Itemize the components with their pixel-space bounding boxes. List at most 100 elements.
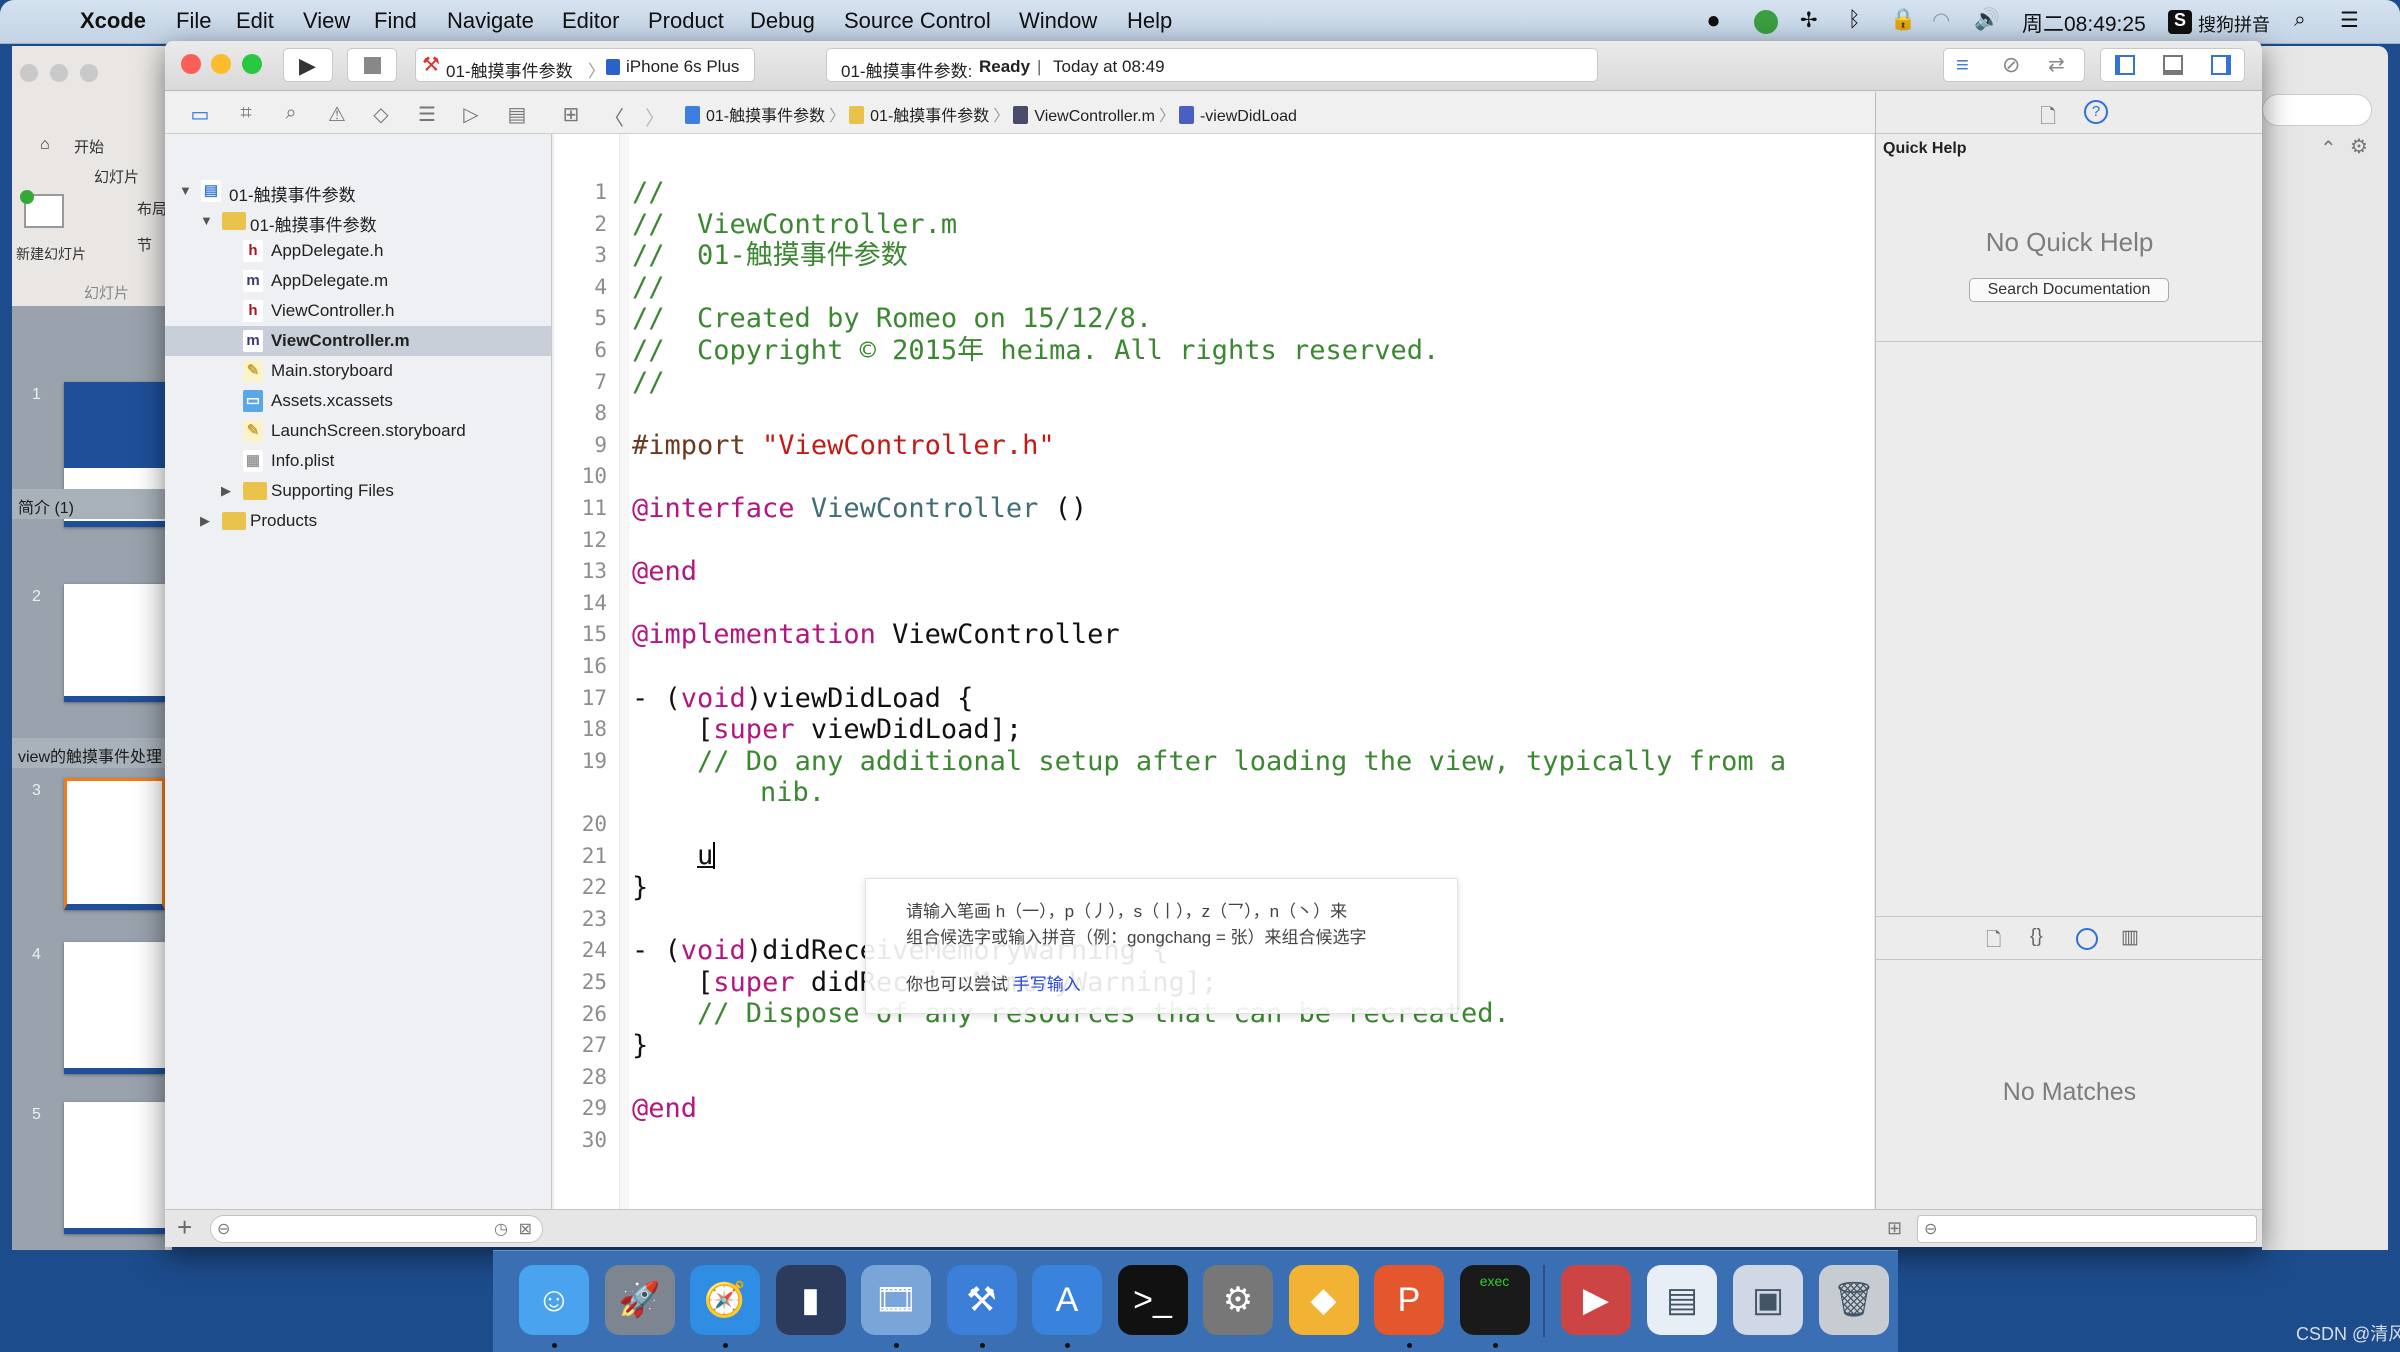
- navigator-item[interactable]: ▼ ▤ 01-触摸事件参数: [165, 176, 551, 206]
- keynote-search-field[interactable]: [2262, 94, 2372, 126]
- display-window-icon[interactable]: ▣: [1733, 1265, 1803, 1335]
- scm-filter-icon[interactable]: ⊠: [519, 1219, 532, 1239]
- disclosure-triangle-icon[interactable]: ▶: [221, 483, 231, 499]
- debug-area-toggle-icon[interactable]: [2163, 55, 2183, 75]
- notification-center-icon[interactable]: ☰: [2340, 8, 2359, 33]
- navigator-item[interactable]: m ViewController.m: [165, 326, 551, 356]
- document-window-icon[interactable]: ▤: [1647, 1265, 1717, 1335]
- input-method[interactable]: 搜狗拼音: [2198, 11, 2270, 37]
- screen-record-icon[interactable]: ⏺: [1708, 8, 1719, 34]
- standard-editor-icon[interactable]: ≡: [1956, 52, 1969, 78]
- xcode-icon[interactable]: ⚒: [946, 1265, 1017, 1335]
- navigator-item[interactable]: ▼ 01-触摸事件参数: [165, 206, 551, 236]
- code-line[interactable]: //: [632, 367, 1807, 399]
- code-line[interactable]: [632, 1125, 1807, 1157]
- code-line[interactable]: @end: [632, 1093, 1807, 1125]
- menu-navigate[interactable]: Navigate: [447, 8, 534, 34]
- zoom-light[interactable]: [80, 64, 98, 82]
- object-library-icon[interactable]: [2076, 928, 2098, 950]
- console-icon[interactable]: exec: [1459, 1265, 1530, 1335]
- gear-icon[interactable]: ⚙: [2350, 134, 2368, 159]
- chevron-up-icon[interactable]: ⌃: [2320, 136, 2337, 161]
- navigator-item[interactable]: ▭ Assets.xcassets: [165, 386, 551, 416]
- report-navigator-icon[interactable]: ▤: [504, 102, 530, 127]
- new-slide-label[interactable]: 新建幻灯片: [16, 244, 86, 264]
- layout-label[interactable]: 布局: [137, 198, 167, 219]
- code-line[interactable]: - (void)viewDidLoad {: [632, 683, 1807, 715]
- disclosure-triangle-icon[interactable]: ▼: [179, 183, 192, 198]
- library-filter-field[interactable]: ⊖: [1917, 1215, 2257, 1243]
- slide-thumb-5[interactable]: [64, 1102, 165, 1234]
- library-grid-icon[interactable]: ⊞: [1887, 1218, 1902, 1239]
- utilities-toggle-icon[interactable]: [2211, 55, 2231, 75]
- menu-debug[interactable]: Debug: [750, 8, 815, 34]
- code-line[interactable]: @end: [632, 556, 1807, 588]
- mouse-app-icon[interactable]: ▮: [775, 1265, 846, 1335]
- menu-find[interactable]: Find: [374, 8, 417, 34]
- search-documentation-button[interactable]: Search Documentation: [1969, 278, 2169, 302]
- handwriting-link[interactable]: 手写输入: [1013, 975, 1081, 994]
- spotlight-icon[interactable]: ⌕: [2294, 8, 2306, 32]
- menu-edit[interactable]: Edit: [236, 8, 274, 34]
- code-line[interactable]: // Copyright © 2015年 heima. All rights r…: [632, 335, 1807, 367]
- slide-thumb-2[interactable]: [64, 584, 165, 702]
- lock-icon[interactable]: 🔒: [1890, 8, 1916, 32]
- assistant-editor-icon[interactable]: ⊘: [2002, 52, 2020, 78]
- navigator-item[interactable]: ▶ Products: [165, 506, 551, 536]
- jump-bar-item[interactable]: -viewDidLoad: [1200, 108, 1297, 125]
- volume-icon[interactable]: 🔊: [1974, 8, 2000, 32]
- symbol-navigator-icon[interactable]: ⌗: [233, 102, 259, 125]
- code-editor[interactable]: 1 2 3 4 5 6 7 8 9 10 11 12 13 14 15 16 17 18 19 20 21 22 23 24 2…: [554, 134, 1874, 1247]
- slide-thumb-3[interactable]: [64, 778, 165, 910]
- minimize-button[interactable]: [211, 54, 231, 74]
- recent-files-icon[interactable]: ◷: [494, 1219, 508, 1239]
- wifi-icon[interactable]: ◠: [1932, 8, 1950, 33]
- code-line[interactable]: [632, 398, 1807, 430]
- related-items-icon[interactable]: ⊞: [558, 102, 584, 127]
- menu-file[interactable]: File: [176, 8, 211, 34]
- code-line[interactable]: // 01-触摸事件参数: [632, 240, 1807, 272]
- minimize-light[interactable]: [50, 64, 68, 82]
- menu-product[interactable]: Product: [648, 8, 724, 34]
- clock[interactable]: 周二08:49:25: [2022, 8, 2146, 38]
- launchpad-icon[interactable]: 🚀: [604, 1265, 675, 1335]
- code-line[interactable]: // Do any additional setup after loading…: [632, 746, 1807, 809]
- trash-icon[interactable]: 🗑: [1819, 1265, 1889, 1335]
- navigator-toggle-icon[interactable]: [2115, 55, 2135, 75]
- slides-tab[interactable]: 幻灯片: [84, 282, 129, 303]
- sogou-icon[interactable]: S: [2168, 10, 2192, 34]
- photo-slideshow-icon[interactable]: 🎞: [861, 1265, 931, 1335]
- code-line[interactable]: #import "ViewController.h": [632, 430, 1807, 462]
- code-line[interactable]: [super viewDidLoad];: [632, 714, 1807, 746]
- green-app-icon[interactable]: [1754, 10, 1778, 34]
- menu-app[interactable]: Xcode: [80, 8, 146, 34]
- code-line[interactable]: [632, 651, 1807, 683]
- add-file-button[interactable]: +: [177, 1212, 192, 1243]
- back-icon[interactable]: 〈: [601, 102, 627, 131]
- find-navigator-icon[interactable]: ⌕: [278, 102, 304, 125]
- navigator-item[interactable]: h AppDelegate.h: [165, 236, 551, 266]
- menu-view[interactable]: View: [303, 8, 350, 34]
- file-template-library-icon[interactable]: 🗋: [1986, 926, 2001, 958]
- version-editor-icon[interactable]: ⇄: [2048, 52, 2065, 77]
- code-line[interactable]: // ViewController.m: [632, 209, 1807, 241]
- navigator-item[interactable]: m AppDelegate.m: [165, 266, 551, 296]
- code-line[interactable]: u: [632, 840, 1807, 872]
- issue-navigator-icon[interactable]: ⚠: [324, 102, 350, 127]
- media-library-icon[interactable]: ▥: [2121, 926, 2139, 949]
- code-line[interactable]: // Created by Romeo on 15/12/8.: [632, 303, 1807, 335]
- jump-bar-item[interactable]: 01-触摸事件参数: [706, 108, 825, 125]
- project-navigator-icon[interactable]: ▭: [187, 102, 213, 127]
- code-line[interactable]: //: [632, 177, 1807, 209]
- terminal-icon[interactable]: >_: [1117, 1265, 1188, 1335]
- close-light[interactable]: [20, 64, 38, 82]
- zoom-button[interactable]: [242, 54, 262, 74]
- code-folding-ribbon[interactable]: [620, 134, 629, 1247]
- quick-help-icon[interactable]: ?: [2084, 100, 2108, 124]
- fan-icon[interactable]: ✢: [1800, 8, 1818, 33]
- instruments-icon[interactable]: A: [1032, 1265, 1102, 1335]
- slide-thumb-4[interactable]: [64, 942, 165, 1074]
- disclosure-triangle-icon[interactable]: ▶: [200, 513, 210, 529]
- run-button[interactable]: ▶: [283, 48, 333, 82]
- section-header[interactable]: view的触摸事件处理: [12, 738, 165, 768]
